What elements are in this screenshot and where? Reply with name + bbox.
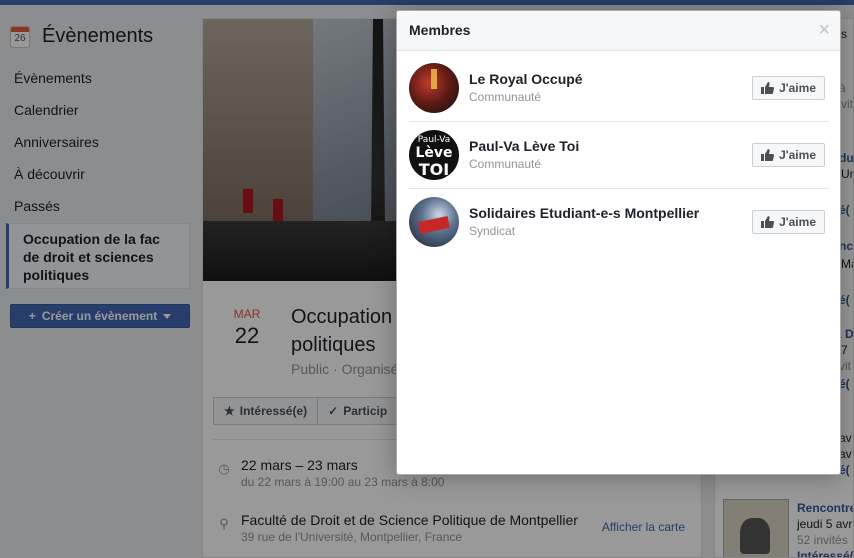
avatar[interactable]: Paul-Va Lève TOI [409,130,459,180]
dialog-title: Membres [409,22,471,38]
thumbs-up-icon [761,216,775,228]
avatar[interactable] [409,197,459,247]
like-button[interactable]: J'aime [752,76,825,100]
close-icon[interactable]: × [818,20,830,40]
member-category: Communauté [469,90,542,104]
thumbs-up-icon [761,82,775,94]
member-row: Solidaires Etudiant-e-s Montpellier Synd… [409,189,829,256]
member-name[interactable]: Le Royal Occupé [469,71,583,87]
member-name[interactable]: Solidaires Etudiant-e-s Montpellier [469,205,699,221]
like-button[interactable]: J'aime [752,210,825,234]
members-dialog: Membres × Le Royal Occupé Communauté J'a… [396,10,841,475]
member-name[interactable]: Paul-Va Lève Toi [469,138,579,154]
like-button[interactable]: J'aime [752,143,825,167]
dialog-header: Membres × [397,11,840,51]
avatar[interactable] [409,63,459,113]
member-category: Communauté [469,157,542,171]
member-row: Le Royal Occupé Communauté J'aime [409,55,829,122]
member-row: Paul-Va Lève TOI Paul-Va Lève Toi Commun… [409,122,829,189]
member-category: Syndicat [469,224,516,238]
thumbs-up-icon [761,149,775,161]
